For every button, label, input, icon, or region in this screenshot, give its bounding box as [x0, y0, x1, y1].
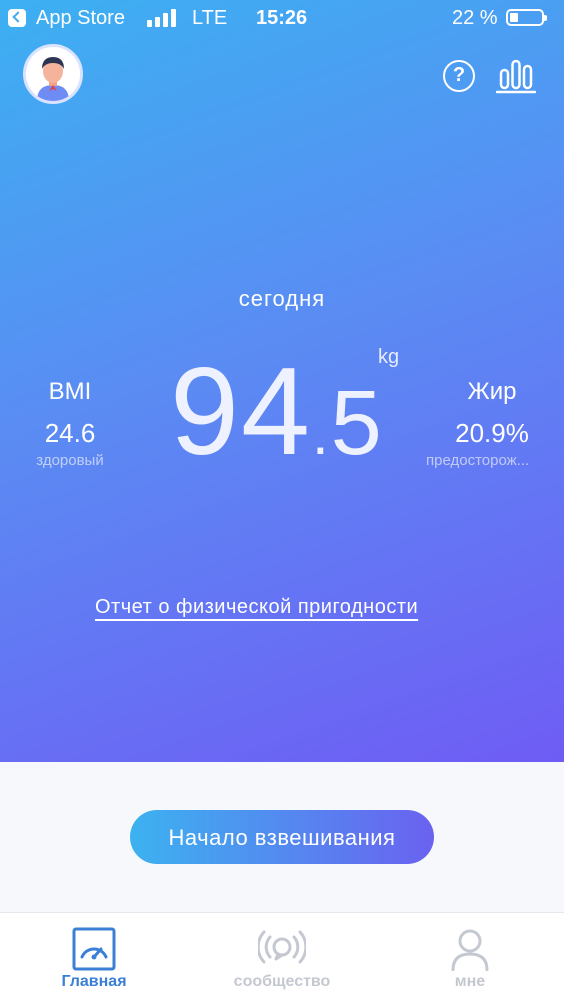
- fat-label: Жир: [467, 378, 517, 405]
- signal-icon: [147, 9, 181, 27]
- tab-community-label: сообщество: [233, 973, 331, 990]
- clock: 15:26: [256, 7, 308, 29]
- date-label: сегодня: [238, 286, 326, 311]
- hero-panel: App Store LTE 15:26 22 % ? сегодня kg 94…: [0, 0, 564, 762]
- bmi-status: здоровый: [36, 452, 104, 469]
- weight-decimal: 5: [330, 372, 384, 474]
- start-weighing-button[interactable]: Начало взвешивания: [130, 810, 434, 864]
- tab-community[interactable]: сообщество: [188, 913, 376, 1001]
- carrier-label[interactable]: App Store: [36, 7, 125, 30]
- tab-home[interactable]: Главная: [0, 913, 188, 1001]
- tab-bar: Главная сообщество мне: [0, 912, 564, 1001]
- status-bar: App Store LTE 15:26 22 %: [0, 0, 564, 38]
- weight-dot: .: [311, 400, 331, 467]
- user-avatar-icon[interactable]: [23, 44, 83, 104]
- tab-me-label: мне: [454, 973, 486, 990]
- person-icon: [451, 929, 489, 971]
- tab-home-label: Главная: [61, 973, 127, 990]
- weight-value: 94.5: [170, 350, 384, 494]
- battery-icon: [506, 9, 547, 26]
- fitness-report-link[interactable]: Отчет о физической пригодности: [95, 596, 418, 619]
- fat-status: предосторож...: [426, 452, 530, 469]
- broadcast-icon: [258, 930, 306, 964]
- back-to-app-icon[interactable]: [8, 9, 26, 27]
- bmi-value: 24.6: [44, 418, 96, 448]
- network-label: LTE: [192, 7, 228, 29]
- question-icon[interactable]: ?: [443, 60, 475, 92]
- bmi-label: BMI: [48, 378, 92, 405]
- weight-integer: 94: [170, 343, 312, 481]
- tab-me[interactable]: мне: [376, 913, 564, 1001]
- battery-percent: 22 %: [452, 7, 498, 29]
- fat-value: 20.9%: [455, 418, 529, 448]
- scale-gauge-icon: [72, 927, 116, 971]
- bar-chart-icon[interactable]: [496, 58, 536, 94]
